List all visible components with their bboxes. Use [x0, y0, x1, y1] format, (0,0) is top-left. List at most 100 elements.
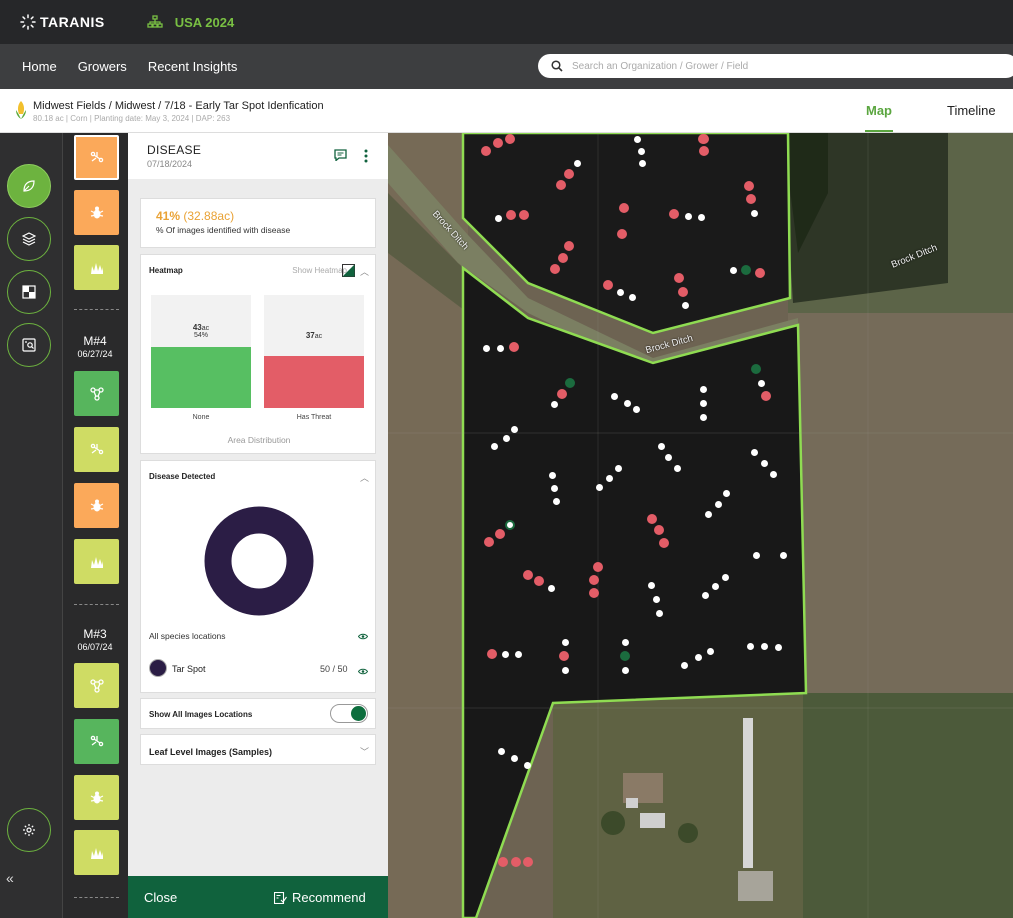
- threat-sample-marker[interactable]: [564, 169, 574, 179]
- sample-marker[interactable]: [614, 464, 622, 472]
- sample-marker[interactable]: [623, 399, 631, 407]
- nav-growers[interactable]: Growers: [78, 59, 127, 74]
- threat-sample-marker[interactable]: [678, 287, 688, 297]
- sample-marker[interactable]: [760, 642, 768, 650]
- mission-layer-tile[interactable]: [74, 663, 119, 708]
- threat-sample-marker[interactable]: [505, 134, 515, 144]
- sample-marker[interactable]: [721, 573, 729, 581]
- sample-marker[interactable]: [774, 643, 782, 651]
- sample-marker[interactable]: [714, 500, 722, 508]
- threat-sample-marker[interactable]: [589, 588, 599, 598]
- recommend-button[interactable]: Recommend: [274, 890, 366, 905]
- sample-marker[interactable]: [729, 266, 737, 274]
- rail-compare-button[interactable]: [7, 270, 51, 314]
- sample-marker[interactable]: [750, 448, 758, 456]
- sample-marker[interactable]: [494, 214, 502, 222]
- sample-marker[interactable]: [655, 609, 663, 617]
- sample-marker[interactable]: [550, 484, 558, 492]
- sample-marker[interactable]: [514, 650, 522, 658]
- sample-marker[interactable]: [757, 379, 765, 387]
- sample-marker[interactable]: [616, 288, 624, 296]
- threat-sample-marker[interactable]: [556, 180, 566, 190]
- sample-marker[interactable]: [746, 642, 754, 650]
- sample-marker[interactable]: [610, 392, 618, 400]
- threat-sample-marker[interactable]: [481, 146, 491, 156]
- threat-sample-marker[interactable]: [523, 570, 533, 580]
- sample-marker[interactable]: [595, 483, 603, 491]
- heatmap-toggle-icon[interactable]: [342, 264, 355, 277]
- sample-marker[interactable]: [681, 301, 689, 309]
- sample-marker[interactable]: [652, 595, 660, 603]
- threat-sample-marker[interactable]: [495, 529, 505, 539]
- active-sample-marker[interactable]: [505, 520, 515, 530]
- threat-sample-marker[interactable]: [511, 857, 521, 867]
- threat-sample-marker[interactable]: [619, 203, 629, 213]
- sample-marker[interactable]: [523, 761, 531, 769]
- sample-marker[interactable]: [552, 497, 560, 505]
- threat-sample-marker[interactable]: [674, 273, 684, 283]
- threat-sample-marker[interactable]: [498, 857, 508, 867]
- threat-sample-marker[interactable]: [493, 138, 503, 148]
- threat-sample-marker[interactable]: [589, 575, 599, 585]
- rail-insights-button[interactable]: [7, 164, 51, 208]
- threat-sample-marker[interactable]: [617, 229, 627, 239]
- mission-layer-tile[interactable]: [74, 483, 119, 528]
- threat-sample-marker[interactable]: [755, 268, 765, 278]
- sample-marker[interactable]: [779, 551, 787, 559]
- rail-layers-button[interactable]: [7, 217, 51, 261]
- sample-marker[interactable]: [694, 653, 702, 661]
- show-all-images-toggle[interactable]: [330, 704, 368, 723]
- sample-marker[interactable]: [701, 591, 709, 599]
- sample-marker[interactable]: [704, 510, 712, 518]
- sample-marker[interactable]: [752, 551, 760, 559]
- field-map[interactable]: Brock Ditch Brock Ditch Brock Ditch: [388, 133, 1013, 918]
- sample-marker[interactable]: [550, 400, 558, 408]
- selected-sample-marker[interactable]: [741, 265, 751, 275]
- threat-sample-marker[interactable]: [523, 857, 533, 867]
- threat-sample-marker[interactable]: [564, 241, 574, 251]
- threat-sample-marker[interactable]: [484, 537, 494, 547]
- collapse-chevrons-icon[interactable]: «: [6, 870, 14, 886]
- sample-marker[interactable]: [706, 647, 714, 655]
- breadcrumb-farm[interactable]: Midwest: [115, 100, 155, 112]
- sample-marker[interactable]: [722, 489, 730, 497]
- threat-sample-marker[interactable]: [557, 389, 567, 399]
- sample-marker[interactable]: [621, 666, 629, 674]
- mission-layer-tile[interactable]: [74, 190, 119, 235]
- chevron-down-icon[interactable]: ﹀: [360, 745, 369, 758]
- threat-sample-marker[interactable]: [593, 562, 603, 572]
- threat-sample-marker[interactable]: [659, 538, 669, 548]
- sample-marker[interactable]: [633, 135, 641, 143]
- sample-marker[interactable]: [750, 209, 758, 217]
- eye-icon[interactable]: [358, 633, 368, 640]
- threat-sample-marker[interactable]: [487, 649, 497, 659]
- threat-sample-marker[interactable]: [654, 525, 664, 535]
- sample-marker[interactable]: [769, 470, 777, 478]
- taranis-logo[interactable]: TARANIS: [20, 14, 105, 30]
- season-selector[interactable]: USA 2024: [147, 15, 234, 30]
- sample-marker[interactable]: [561, 666, 569, 674]
- close-button[interactable]: Close: [144, 890, 177, 905]
- sample-marker[interactable]: [502, 434, 510, 442]
- threat-sample-marker[interactable]: [558, 253, 568, 263]
- chevron-up-icon[interactable]: ︿: [360, 265, 369, 278]
- threat-sample-marker[interactable]: [744, 181, 754, 191]
- mission-layer-tile[interactable]: [74, 135, 119, 180]
- breadcrumb-field[interactable]: Midwest Fields: [33, 100, 106, 112]
- rail-reports-button[interactable]: [7, 323, 51, 367]
- rail-settings-button[interactable]: [7, 808, 51, 852]
- sample-marker[interactable]: [490, 442, 498, 450]
- sample-marker[interactable]: [501, 650, 509, 658]
- threat-sample-marker[interactable]: [506, 210, 516, 220]
- show-heatmap-label[interactable]: Show Heatmap: [292, 266, 347, 275]
- sample-marker[interactable]: [673, 464, 681, 472]
- mission-layer-tile[interactable]: [74, 775, 119, 820]
- sample-marker[interactable]: [510, 425, 518, 433]
- sample-marker[interactable]: [621, 638, 629, 646]
- mission-layer-tile[interactable]: [74, 371, 119, 416]
- mission-layer-tile[interactable]: [74, 719, 119, 764]
- sample-marker[interactable]: [699, 413, 707, 421]
- tab-timeline[interactable]: Timeline: [947, 103, 996, 118]
- search-input[interactable]: [572, 60, 972, 72]
- threat-sample-marker[interactable]: [761, 391, 771, 401]
